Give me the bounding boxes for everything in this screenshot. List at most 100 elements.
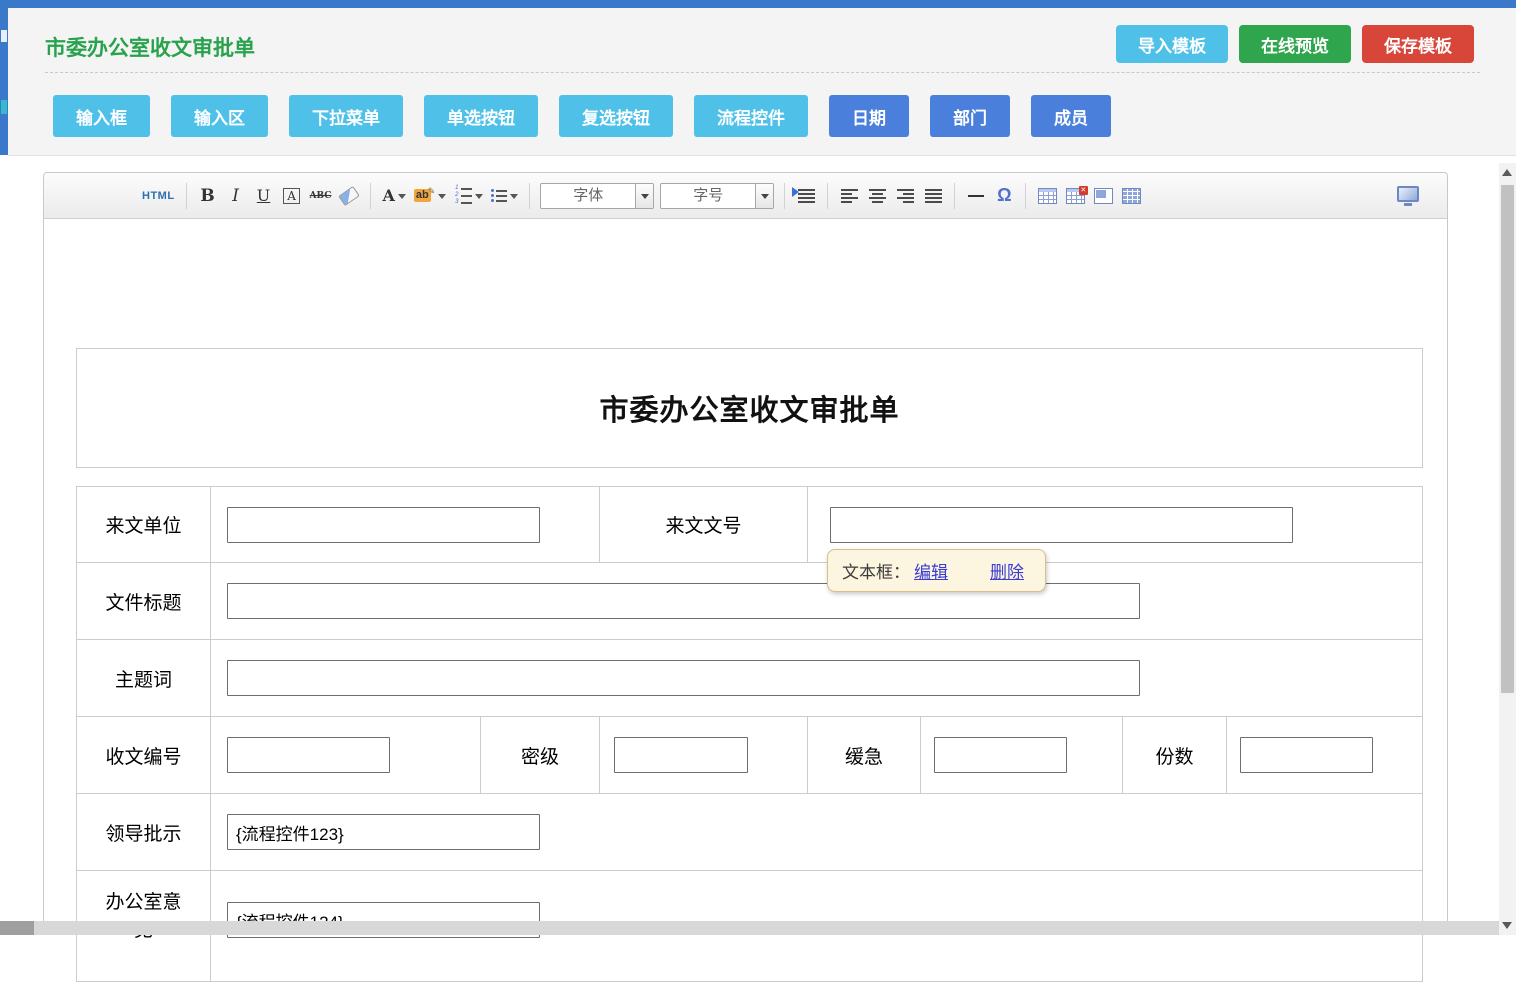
eraser-button[interactable]: [337, 183, 361, 209]
receipt-number-input[interactable]: [227, 737, 390, 773]
top-accent-bar: [0, 0, 1516, 8]
chevron-down-icon[interactable]: [755, 184, 773, 208]
cell-properties-button[interactable]: [1091, 183, 1115, 209]
font-family-value: 字体: [541, 184, 635, 208]
underline-button[interactable]: U: [252, 183, 276, 209]
pencil-icon: ✎: [428, 186, 436, 197]
html-source-icon: HTML: [142, 190, 175, 202]
unordered-list-button[interactable]: [489, 183, 520, 209]
strikethrough-button[interactable]: ABC: [308, 183, 334, 209]
bold-icon: B: [200, 186, 214, 206]
horizontal-rule-button[interactable]: [964, 183, 988, 209]
edit-link[interactable]: 编辑: [914, 558, 948, 583]
table-row: 收文编号 密级 缓急 份数: [77, 716, 1422, 793]
member-widget-button[interactable]: 成员: [1031, 95, 1111, 137]
ordered-list-button[interactable]: [452, 183, 485, 209]
eraser-icon: [339, 185, 361, 205]
bold-button[interactable]: B: [196, 183, 220, 209]
sidebar-edge: [0, 8, 8, 155]
align-left-icon: [841, 189, 858, 203]
toolbar-separator: [370, 183, 371, 209]
table-properties-button[interactable]: [1119, 183, 1143, 209]
save-template-button[interactable]: 保存模板: [1362, 25, 1474, 63]
highlight-color-button[interactable]: ab✎: [412, 183, 448, 209]
indent-button[interactable]: [794, 183, 818, 209]
textarea-widget-button[interactable]: 输入区: [171, 95, 268, 137]
widget-button-row: 输入框 输入区 下拉菜单 单选按钮 复选按钮 流程控件 日期 部门 成员: [53, 95, 1111, 137]
sidebar-edge-mark: [1, 100, 7, 114]
italic-icon: I: [232, 186, 239, 206]
red-x-icon: ✕: [1079, 186, 1088, 195]
input-box-widget-button[interactable]: 输入框: [53, 95, 150, 137]
delete-link[interactable]: 删除: [990, 558, 1024, 583]
align-left-button[interactable]: [837, 183, 861, 209]
font-family-select[interactable]: 字体: [540, 183, 654, 209]
font-box-button[interactable]: A: [280, 183, 304, 209]
editor-panel: HTML B I U A ABC A ab✎ 字体: [43, 172, 1448, 935]
security-level-cell: [599, 717, 807, 793]
header-actions: 导入模板 在线预览 保存模板: [1116, 25, 1474, 63]
fullscreen-icon: [1397, 186, 1419, 206]
table-row: 主题词: [77, 639, 1422, 716]
doc-number-label: 来文文号: [599, 487, 807, 562]
horizontal-scroll-thumb[interactable]: [0, 921, 34, 935]
source-unit-label: 来文单位: [77, 487, 210, 562]
horizontal-scrollbar[interactable]: [0, 921, 1499, 935]
dashed-divider: [45, 72, 1480, 73]
source-unit-input[interactable]: [227, 507, 540, 543]
source-unit-cell: [210, 487, 599, 562]
doc-number-input[interactable]: [830, 507, 1293, 543]
page-title: 市委办公室收文审批单: [45, 32, 255, 62]
font-box-icon: A: [283, 188, 300, 204]
receipt-number-cell: [210, 717, 480, 793]
leader-instruction-input[interactable]: [227, 814, 540, 850]
fullscreen-button[interactable]: [1395, 183, 1421, 209]
italic-button[interactable]: I: [224, 183, 248, 209]
sidebar-edge-mark: [1, 30, 7, 42]
dropdown-widget-button[interactable]: 下拉菜单: [289, 95, 403, 137]
subject-word-input[interactable]: [227, 660, 1140, 696]
toolbar-separator: [827, 183, 828, 209]
flow-control-widget-button[interactable]: 流程控件: [694, 95, 808, 137]
copies-label: 份数: [1122, 717, 1226, 793]
urgency-input[interactable]: [934, 737, 1067, 773]
radio-widget-button[interactable]: 单选按钮: [424, 95, 538, 137]
checkbox-widget-button[interactable]: 复选按钮: [559, 95, 673, 137]
header: 市委办公室收文审批单 导入模板 在线预览 保存模板 输入框 输入区 下拉菜单 单…: [8, 8, 1516, 156]
department-widget-button[interactable]: 部门: [930, 95, 1010, 137]
ordered-list-icon: [454, 186, 472, 205]
editor-toolbar: HTML B I U A ABC A ab✎ 字体: [44, 173, 1447, 219]
vertical-scroll-thumb[interactable]: [1501, 185, 1514, 693]
security-level-input[interactable]: [614, 737, 748, 773]
justify-button[interactable]: [921, 183, 945, 209]
unordered-list-icon: [491, 189, 507, 202]
leader-instruction-cell: [210, 794, 1422, 870]
align-center-icon: [869, 189, 886, 203]
scroll-up-icon[interactable]: [1502, 169, 1512, 176]
document-canvas[interactable]: 市委办公室收文审批单 来文单位 来文文号 文件标题: [44, 219, 1447, 935]
align-center-button[interactable]: [865, 183, 889, 209]
online-preview-button[interactable]: 在线预览: [1239, 25, 1351, 63]
toolbar-separator: [1025, 183, 1026, 209]
date-widget-button[interactable]: 日期: [829, 95, 909, 137]
html-source-button[interactable]: HTML: [140, 183, 177, 209]
toolbar-separator: [529, 183, 530, 209]
import-template-button[interactable]: 导入模板: [1116, 25, 1228, 63]
receipt-number-label: 收文编号: [77, 717, 210, 793]
special-char-button[interactable]: Ω: [992, 183, 1016, 209]
chevron-down-icon[interactable]: [635, 184, 653, 208]
tooltip-label: 文本框：: [842, 558, 910, 583]
font-size-select[interactable]: 字号: [660, 183, 774, 209]
copies-input[interactable]: [1240, 737, 1373, 773]
delete-table-button[interactable]: ✕: [1063, 183, 1087, 209]
justify-icon: [925, 189, 942, 203]
align-right-button[interactable]: [893, 183, 917, 209]
scroll-down-icon[interactable]: [1502, 922, 1512, 929]
widget-tooltip: 文本框： 编辑 删除: [827, 549, 1046, 592]
vertical-scrollbar[interactable]: [1499, 163, 1516, 935]
indent-arrow-icon: [792, 187, 804, 197]
insert-table-button[interactable]: [1035, 183, 1059, 209]
underline-icon: U: [257, 186, 270, 205]
form-title: 市委办公室收文审批单: [599, 387, 899, 429]
font-color-button[interactable]: A: [380, 183, 407, 209]
